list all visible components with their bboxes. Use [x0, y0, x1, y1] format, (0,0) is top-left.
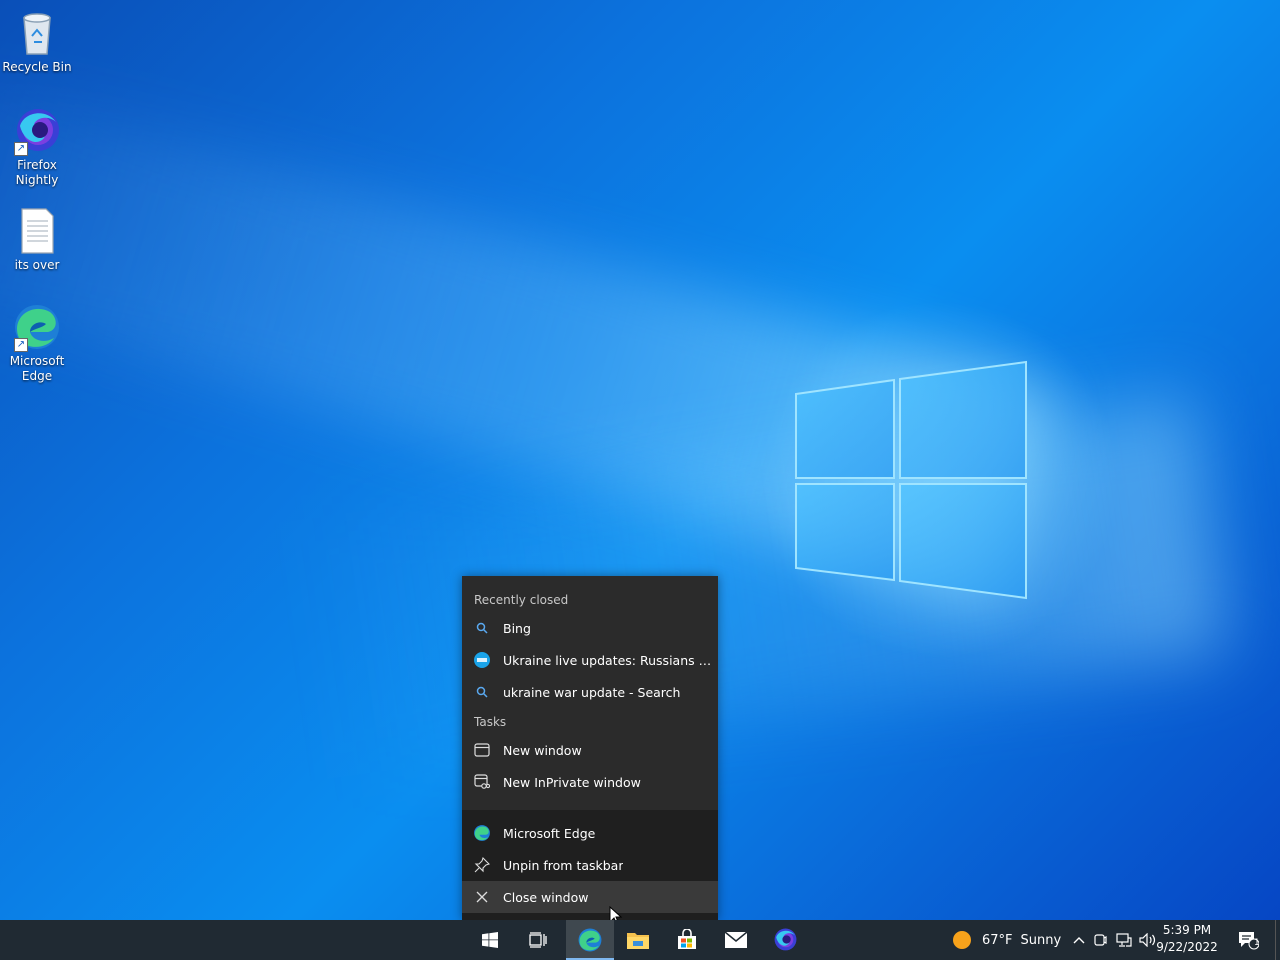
firefox-nightly-icon [774, 928, 797, 951]
task-view-icon [529, 932, 547, 948]
edge-icon [473, 824, 491, 842]
unpin-icon [473, 856, 491, 874]
jumplist-item-new-inprivate-window[interactable]: New InPrivate window [462, 766, 718, 798]
window-icon [473, 741, 491, 759]
tasks-heading: Tasks [474, 715, 507, 729]
jumplist-item-new-window[interactable]: New window [462, 734, 718, 766]
edge-jump-list: Recently closed Bing Ukraine live update… [462, 576, 718, 920]
search-icon [473, 683, 491, 701]
desktop-icon-its-over[interactable]: its over [0, 206, 74, 273]
taskbar-firefox-nightly-button[interactable] [761, 920, 809, 960]
clock-date: 9/22/2022 [1156, 940, 1218, 954]
system-tray [1070, 920, 1160, 960]
edge-icon: ↗ [12, 302, 62, 352]
jumplist-item-unpin-from-taskbar[interactable]: Unpin from taskbar [462, 849, 718, 881]
meet-now-icon[interactable] [1088, 932, 1112, 948]
shortcut-arrow-icon: ↗ [14, 338, 28, 352]
folder-icon [627, 933, 649, 949]
light-beam [300, 394, 1228, 778]
weather-widget[interactable]: 67°F Sunny [952, 920, 1061, 960]
taskbar-file-explorer-button[interactable] [614, 920, 662, 960]
taskbar: 67°F Sunny 5:39 PM 9/22/2022 1 [0, 920, 1280, 960]
jumplist-item-ukraine-live-updates[interactable]: Ukraine live updates: Russians protest,.… [462, 644, 718, 676]
recycle-bin-icon [12, 8, 62, 58]
show-hidden-icons-chevron-icon[interactable] [1070, 936, 1088, 944]
notification-count-badge: 1 [1254, 938, 1260, 948]
weather-temperature: 67°F [982, 932, 1013, 948]
jumplist-item-close-window[interactable]: Close window [462, 881, 718, 913]
task-view-button[interactable] [514, 920, 562, 960]
windows-start-icon [482, 932, 498, 948]
shortcut-arrow-icon: ↗ [14, 142, 28, 156]
inprivate-window-icon [473, 773, 491, 791]
clock-time: 5:39 PM [1162, 923, 1212, 937]
desktop-icon-label: Microsoft Edge [9, 354, 65, 383]
site-favicon-icon [473, 651, 491, 669]
clock[interactable]: 5:39 PM 9/22/2022 [1152, 922, 1222, 956]
edge-icon [578, 928, 602, 952]
store-icon [678, 929, 696, 949]
weather-condition: Sunny [1020, 932, 1062, 948]
search-icon [473, 619, 491, 637]
desktop-icon-microsoft-edge[interactable]: ↗ Microsoft Edge [0, 302, 74, 384]
taskbar-mail-button[interactable] [712, 920, 760, 960]
desktop-icon-label: its over [14, 258, 60, 272]
desktop-icon-recycle-bin[interactable]: Recycle Bin [0, 8, 74, 75]
mail-icon [724, 931, 748, 948]
start-button[interactable] [466, 920, 514, 960]
sun-icon [953, 931, 971, 949]
jumplist-item-bing[interactable]: Bing [462, 612, 718, 644]
action-center-button[interactable]: 1 [1228, 920, 1268, 960]
desktop-icon-label: Firefox Nightly [15, 158, 59, 187]
jumplist-item-ukraine-war-update-search[interactable]: ukraine war update - Search [462, 676, 718, 708]
desktop-icon-label: Recycle Bin [2, 60, 72, 74]
close-icon [473, 888, 491, 906]
windows-logo-wallpaper [795, 360, 1027, 600]
firefox-nightly-icon: ↗ [12, 106, 62, 156]
jumplist-app-section: Microsoft Edge Unpin from taskbar Close … [462, 810, 718, 920]
taskbar-store-button[interactable] [663, 920, 711, 960]
desktop-icon-firefox-nightly[interactable]: ↗ Firefox Nightly [0, 106, 74, 188]
recently-closed-heading: Recently closed [474, 593, 569, 607]
network-icon[interactable] [1112, 933, 1136, 947]
jumplist-item-microsoft-edge[interactable]: Microsoft Edge [462, 817, 718, 849]
taskbar-edge-button[interactable] [566, 920, 614, 960]
text-document-icon [12, 206, 62, 256]
show-desktop-button[interactable] [1275, 920, 1280, 960]
